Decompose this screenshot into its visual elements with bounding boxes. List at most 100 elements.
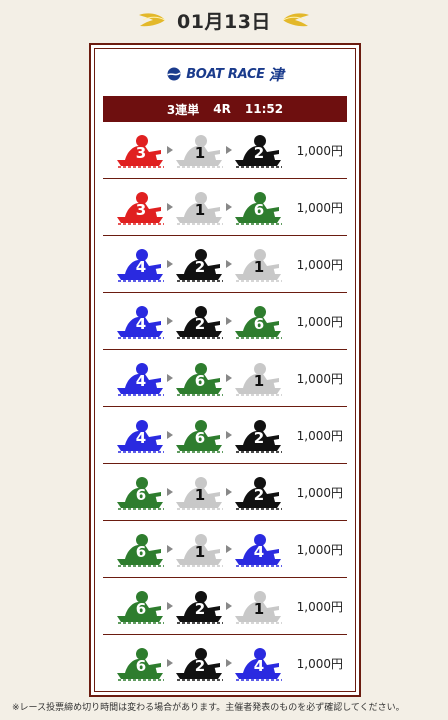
- boat-number: 6: [253, 315, 265, 333]
- venue-kanji: 津: [268, 65, 284, 84]
- boat-3-icon: 3: [115, 130, 167, 170]
- footnote: ※レース投票締め切り時間は変わる場合があります。主催者発表のものを必ず確認してく…: [12, 703, 405, 713]
- ticket-card: BOAT RACE 津 3連単 4R 11:52 3 1 2 1,000円 3 1…: [89, 43, 361, 697]
- boat-number: 4: [135, 372, 147, 390]
- race-number: 4R: [213, 102, 231, 116]
- boat-number: 2: [253, 429, 265, 447]
- arrow-right-icon: [167, 431, 173, 439]
- boat-number: 6: [135, 600, 147, 618]
- boatrace-logo: BOAT RACE 津: [95, 63, 355, 85]
- boat-number: 6: [253, 201, 265, 219]
- boat-6-icon: 6: [115, 529, 167, 569]
- bet-row: 6 1 4 1,000円: [103, 521, 347, 578]
- boat-number: 6: [135, 543, 147, 561]
- bet-amount: 1,000円: [296, 143, 343, 158]
- boat-number: 1: [194, 543, 206, 561]
- arrow-right-icon: [226, 659, 232, 667]
- arrow-right-icon: [167, 488, 173, 496]
- boat-1-icon: 1: [233, 358, 285, 398]
- arrow-right-icon: [226, 602, 232, 610]
- bet-row: 3 1 2 1,000円: [103, 122, 347, 179]
- arrow-right-icon: [167, 659, 173, 667]
- bet-row: 4 6 1 1,000円: [103, 350, 347, 407]
- boat-2-icon: 2: [174, 643, 226, 683]
- boat-6-icon: 6: [115, 472, 167, 512]
- race-time: 11:52: [244, 102, 284, 116]
- boat-6-icon: 6: [115, 643, 167, 683]
- boat-number: 2: [194, 657, 206, 675]
- boat-number: 6: [194, 372, 206, 390]
- boat-sequence: 4 2 1: [115, 236, 285, 292]
- bet-row: 3 1 6 1,000円: [103, 179, 347, 236]
- boat-2-icon: 2: [174, 301, 226, 341]
- laurel-wing-icon: [282, 13, 309, 27]
- boat-2-icon: 2: [174, 586, 226, 626]
- bet-amount: 1,000円: [296, 485, 343, 500]
- boat-6-icon: 6: [174, 415, 226, 455]
- boat-2-icon: 2: [233, 415, 285, 455]
- wave-logo-icon: [167, 67, 181, 81]
- boat-number: 1: [194, 201, 206, 219]
- boat-sequence: 6 2 4: [115, 635, 285, 691]
- boat-sequence: 4 2 6: [115, 293, 285, 349]
- boat-number: 1: [194, 144, 206, 162]
- bet-amount: 1,000円: [296, 542, 343, 557]
- boat-number: 2: [253, 486, 265, 504]
- boat-number: 1: [253, 258, 265, 276]
- bet-row: 4 2 1 1,000円: [103, 236, 347, 293]
- bet-amount: 1,000円: [296, 599, 343, 614]
- boat-1-icon: 1: [174, 472, 226, 512]
- boat-6-icon: 6: [233, 301, 285, 341]
- arrow-right-icon: [226, 260, 232, 268]
- boat-number: 1: [253, 600, 265, 618]
- bet-amount: 1,000円: [296, 428, 343, 443]
- logo-text: BOAT RACE: [186, 66, 265, 82]
- boat-number: 4: [135, 315, 147, 333]
- boat-2-icon: 2: [174, 244, 226, 284]
- boat-4-icon: 4: [115, 358, 167, 398]
- boat-1-icon: 1: [174, 187, 226, 227]
- boat-number: 4: [253, 657, 265, 675]
- arrow-right-icon: [167, 317, 173, 325]
- boat-number: 2: [253, 144, 265, 162]
- boat-6-icon: 6: [174, 358, 226, 398]
- ticket-inner: BOAT RACE 津 3連単 4R 11:52 3 1 2 1,000円 3 1…: [94, 48, 356, 692]
- boat-2-icon: 2: [233, 472, 285, 512]
- bet-row: 6 2 1 1,000円: [103, 578, 347, 635]
- boat-4-icon: 4: [115, 244, 167, 284]
- boat-number: 3: [135, 144, 147, 162]
- arrow-right-icon: [167, 260, 173, 268]
- boat-number: 1: [194, 486, 206, 504]
- boat-number: 3: [135, 201, 147, 219]
- arrow-right-icon: [226, 146, 232, 154]
- arrow-right-icon: [226, 317, 232, 325]
- boat-sequence: 6 1 2: [115, 464, 285, 520]
- boat-sequence: 3 1 6: [115, 179, 285, 235]
- boat-sequence: 4 6 2: [115, 407, 285, 463]
- boat-1-icon: 1: [174, 130, 226, 170]
- arrow-right-icon: [167, 545, 173, 553]
- date-header: 01月13日: [0, 4, 448, 36]
- bet-amount: 1,000円: [296, 257, 343, 272]
- arrow-right-icon: [167, 203, 173, 211]
- boat-6-icon: 6: [115, 586, 167, 626]
- boat-number: 6: [135, 657, 147, 675]
- boat-sequence: 3 1 2: [115, 122, 285, 178]
- laurel-wing-icon: [139, 13, 166, 27]
- boat-number: 1: [253, 372, 265, 390]
- arrow-right-icon: [167, 374, 173, 382]
- bet-row: 4 6 2 1,000円: [103, 407, 347, 464]
- boat-3-icon: 3: [115, 187, 167, 227]
- boat-1-icon: 1: [233, 586, 285, 626]
- bet-row: 6 1 2 1,000円: [103, 464, 347, 521]
- arrow-right-icon: [226, 431, 232, 439]
- boat-sequence: 6 1 4: [115, 521, 285, 577]
- arrow-right-icon: [226, 545, 232, 553]
- boat-number: 6: [135, 486, 147, 504]
- bet-row: 6 2 4 1,000円: [103, 635, 347, 692]
- bet-row: 4 2 6 1,000円: [103, 293, 347, 350]
- boat-sequence: 6 2 1: [115, 578, 285, 634]
- arrow-right-icon: [226, 488, 232, 496]
- bet-rows: 3 1 2 1,000円 3 1 6 1,000円 4 2 1 1,000円 4 2: [103, 122, 347, 692]
- boat-number: 6: [194, 429, 206, 447]
